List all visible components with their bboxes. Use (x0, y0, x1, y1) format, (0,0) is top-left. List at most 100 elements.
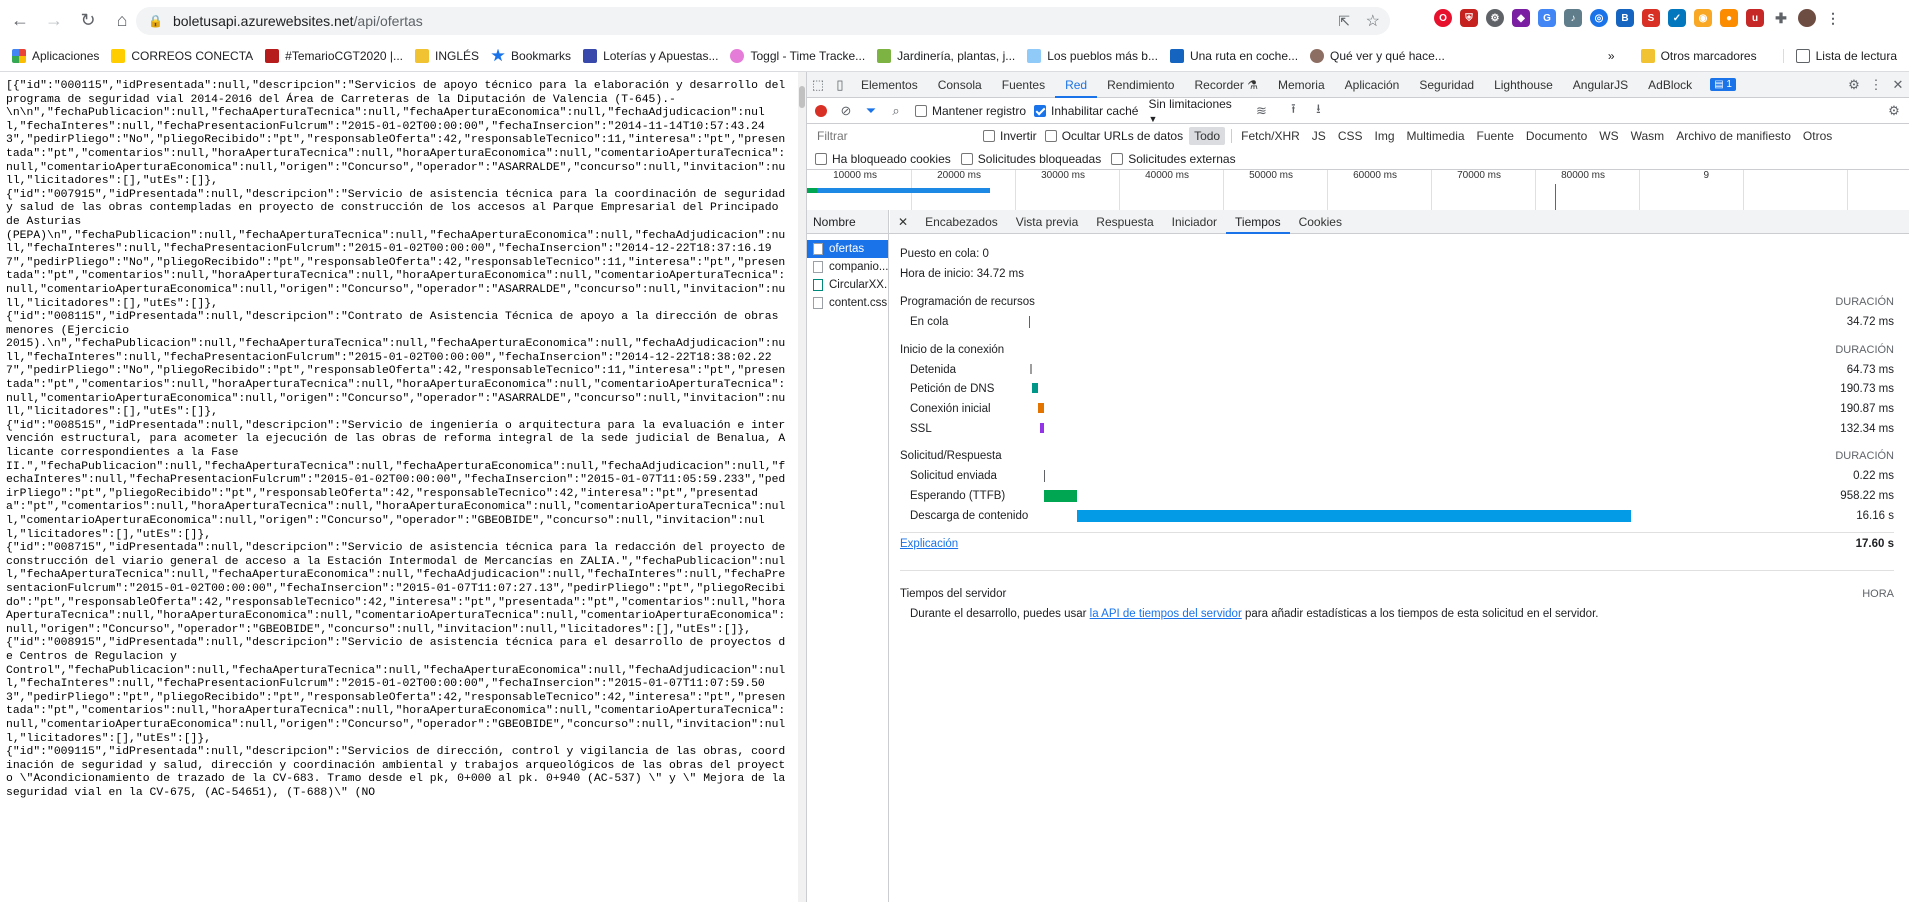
request-row[interactable]: content.css (807, 294, 888, 312)
server-timing-api-link[interactable]: la API de tiempos del servidor (1090, 608, 1242, 620)
tab-recorder[interactable]: Recorder ⚗ (1184, 72, 1267, 98)
filter-icon[interactable]: ⏷ (860, 100, 882, 122)
reload-icon[interactable]: ↻ (74, 6, 102, 34)
tab-aplicacion[interactable]: Aplicación (1335, 72, 1410, 98)
check-extension-icon[interactable]: ✓ (1668, 9, 1686, 27)
address-bar[interactable]: 🔒 boletusapi.azurewebsites.net/api/ofert… (136, 7, 1390, 35)
export-har-icon[interactable]: ⭳ (1307, 100, 1329, 122)
blocked-cookies-checkbox[interactable] (815, 152, 827, 165)
issues-badge[interactable]: ▤ 1 (1704, 78, 1736, 91)
tab-fuentes[interactable]: Fuentes (992, 72, 1055, 98)
b-extension-icon[interactable]: B (1616, 9, 1634, 27)
filter-type-js[interactable]: JS (1307, 127, 1331, 145)
bookmark-ruta[interactable]: Una ruta en coche... (1169, 48, 1298, 63)
explanation-link[interactable]: Explicación (900, 538, 958, 550)
request-row[interactable]: CircularXX... (807, 276, 888, 294)
share-icon[interactable]: ⇱ (1338, 13, 1350, 30)
page-scrollbar[interactable] (798, 72, 806, 902)
filter-type-other[interactable]: Otros (1798, 127, 1837, 145)
scrollbar-thumb[interactable] (799, 86, 805, 108)
avatar[interactable] (1798, 9, 1816, 27)
home-icon[interactable]: ⌂ (108, 6, 136, 34)
tab-encabezados[interactable]: Encabezados (916, 210, 1007, 234)
opera-extension-icon[interactable]: O (1434, 9, 1452, 27)
name-column-header[interactable]: Nombre (807, 210, 888, 234)
bookmark-otros[interactable]: Otros marcadores (1640, 49, 1757, 63)
clear-icon[interactable]: ⊘ (835, 100, 857, 122)
s-extension-icon[interactable]: S (1642, 9, 1660, 27)
forward-icon[interactable]: → (40, 6, 68, 34)
ublock-extension-icon[interactable]: u (1746, 9, 1764, 27)
search-icon[interactable]: ⌕ (885, 100, 907, 122)
filter-type-img[interactable]: Img (1370, 127, 1400, 145)
yellow-extension-icon[interactable]: ◉ (1694, 9, 1712, 27)
filter-type-font[interactable]: Fuente (1472, 127, 1519, 145)
tab-cookies[interactable]: Cookies (1290, 210, 1351, 234)
filter-type-all[interactable]: Todo (1189, 127, 1226, 145)
back-icon[interactable]: ← (6, 6, 34, 34)
network-settings-icon[interactable]: ⚙ (1883, 100, 1905, 122)
tab-tiempos[interactable]: Tiempos (1226, 210, 1290, 234)
filter-type-xhr[interactable]: Fetch/XHR (1236, 127, 1305, 145)
close-detail-icon[interactable]: ✕ (890, 210, 916, 234)
bookmark-pueblos[interactable]: Los pueblos más b... (1027, 48, 1158, 63)
tab-elementos[interactable]: Elementos (851, 72, 928, 98)
preserve-log-checkbox[interactable] (915, 104, 927, 117)
orange-extension-icon[interactable]: ● (1720, 9, 1738, 27)
close-icon[interactable]: ✕ (1887, 74, 1909, 96)
purple-extension-icon[interactable]: ◆ (1512, 9, 1530, 27)
throttle-select[interactable]: Sin limitaciones ▼ (1148, 97, 1238, 125)
more-bookmarks-chevron[interactable]: » (1608, 49, 1615, 63)
invert-checkbox[interactable] (983, 130, 995, 142)
tab-vista-previa[interactable]: Vista previa (1007, 210, 1087, 234)
bookmark-bookmarks[interactable]: Bookmarks (491, 48, 571, 63)
request-row[interactable]: companio... (807, 258, 888, 276)
settings-gear-icon[interactable]: ⚙ (1843, 74, 1865, 96)
bookmark-loterias[interactable]: Loterías y Apuestas... (583, 48, 718, 63)
filter-type-ws[interactable]: WS (1594, 127, 1623, 145)
tab-seguridad[interactable]: Seguridad (1409, 72, 1484, 98)
tab-red[interactable]: Red (1055, 72, 1098, 98)
tab-consola[interactable]: Consola (928, 72, 992, 98)
bookmark-toggl[interactable]: Toggl - Time Tracke... (730, 48, 865, 63)
disable-cache-checkbox[interactable] (1034, 104, 1047, 117)
wifi-icon[interactable]: ≋ (1250, 100, 1272, 122)
bookmark-correos[interactable]: CORREOS CONECTA (111, 48, 253, 63)
bookmark-apps[interactable]: Aplicaciones (12, 48, 99, 63)
import-har-icon[interactable]: ⭱ (1282, 100, 1304, 122)
menu-kebab-icon[interactable]: ⋮ (1824, 9, 1842, 27)
filter-type-doc[interactable]: Documento (1521, 127, 1592, 145)
blocked-requests-checkbox[interactable] (960, 152, 973, 165)
hide-data-urls-checkbox[interactable] (1044, 130, 1057, 142)
tab-memoria[interactable]: Memoria (1268, 72, 1335, 98)
tab-adblock[interactable]: AdBlock (1638, 72, 1702, 98)
tab-iniciador[interactable]: Iniciador (1163, 210, 1226, 234)
puzzle-icon[interactable]: ✚ (1772, 9, 1790, 27)
tab-rendimiento[interactable]: Rendimiento (1097, 72, 1184, 98)
filter-type-wasm[interactable]: Wasm (1626, 127, 1670, 145)
bookmark-temario[interactable]: #TemarioCGT2020 |... (265, 48, 403, 63)
device-toggle-icon[interactable]: ▯ (829, 74, 851, 96)
record-icon[interactable] (810, 100, 832, 122)
bookmark-ingles[interactable]: INGLÉS (415, 48, 479, 63)
bookmark-que-ver[interactable]: Qué ver y qué hace... (1310, 48, 1445, 63)
tab-angularjs[interactable]: AngularJS (1563, 72, 1638, 98)
inspect-icon[interactable]: ⬚ (807, 74, 829, 96)
circle-extension-icon[interactable]: ◎ (1590, 9, 1608, 27)
shield-extension-icon[interactable]: ⛨ (1460, 9, 1478, 27)
filter-type-css[interactable]: CSS (1333, 127, 1368, 145)
speaker-extension-icon[interactable]: ♪ (1564, 9, 1582, 27)
filter-type-manifest[interactable]: Archivo de manifiesto (1671, 127, 1796, 145)
tab-lighthouse[interactable]: Lighthouse (1484, 72, 1563, 98)
more-options-icon[interactable]: ⋮ (1865, 74, 1887, 96)
bookmark-jardineria[interactable]: Jardinería, plantas, j... (877, 48, 1015, 63)
tab-respuesta[interactable]: Respuesta (1087, 210, 1162, 234)
bookmark-star-icon[interactable]: ☆ (1366, 11, 1380, 31)
request-row[interactable]: ofertas (807, 240, 888, 258)
reading-list[interactable]: Lista de lectura (1782, 49, 1897, 63)
gear-extension-icon[interactable]: ⚙ (1486, 9, 1504, 27)
third-party-checkbox[interactable] (1111, 152, 1124, 165)
filter-type-media[interactable]: Multimedia (1402, 127, 1470, 145)
translate-extension-icon[interactable]: G (1538, 9, 1556, 27)
filter-input[interactable] (813, 127, 975, 145)
